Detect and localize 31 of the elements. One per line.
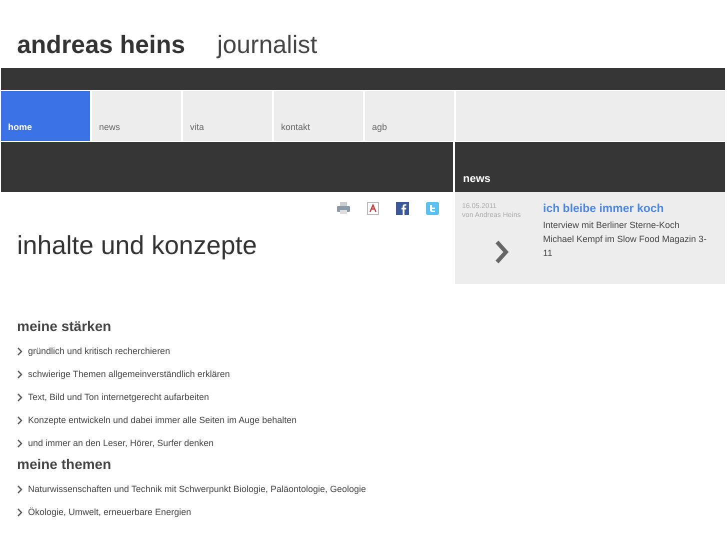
chevron-icon: [17, 393, 23, 402]
news-headline[interactable]: ich bleibe immer koch: [543, 202, 713, 216]
list-item-text: Text, Bild und Ton internetgerecht aufarbeiten: [28, 390, 209, 404]
chevron-icon: [17, 485, 23, 494]
site-name: andreas heins: [17, 33, 186, 58]
section-heading: meine stärken: [17, 317, 112, 335]
list-item-text: gründlich und kritisch recherchieren: [28, 344, 170, 358]
printer-icon[interactable]: [337, 202, 350, 214]
list-item-text: Konzepte entwickeln und dabei immer alle Seiten im Auge behalten: [28, 414, 297, 427]
nav-tab[interactable]: kontakt: [274, 91, 363, 141]
page-title: inhalte und konzepte: [16, 232, 258, 258]
chevron-icon: [17, 416, 23, 425]
pdf-icon[interactable]: [367, 202, 379, 215]
news-teaser: Interview mit Berliner Sterne-Koch Michael Kempf im Slow Food Magazin 3-11: [543, 219, 708, 260]
chevron-icon: [17, 347, 23, 356]
nav-tab[interactable]: agb: [365, 91, 454, 141]
chevron-icon: [17, 508, 23, 517]
list-item-text: Ökologie, Umwelt, erneuerbare Energien: [28, 506, 192, 519]
chevron-icon: [17, 370, 23, 379]
site-subtitle: journalist: [217, 33, 318, 58]
chevron-icon: [17, 439, 23, 448]
list-item-text: Naturwissenschaften und Technik mit Schwerpunkt Biologie, Paläontologie, Geologie: [28, 482, 366, 496]
facebook-icon[interactable]: [396, 202, 409, 215]
nav-tab[interactable]: home: [1, 91, 90, 141]
news-panel-title: news: [463, 172, 491, 186]
nav-tab[interactable]: news: [92, 91, 181, 141]
section-heading: meine themen: [17, 455, 112, 473]
chevron-right-icon[interactable]: [495, 240, 509, 264]
list-item-text: und immer an den Leser, Hörer, Surfer denken: [28, 436, 214, 450]
nav-tab[interactable]: vita: [183, 91, 272, 141]
list-item-text: schwierige Themen allgemeinverständlich erklären: [28, 368, 230, 381]
